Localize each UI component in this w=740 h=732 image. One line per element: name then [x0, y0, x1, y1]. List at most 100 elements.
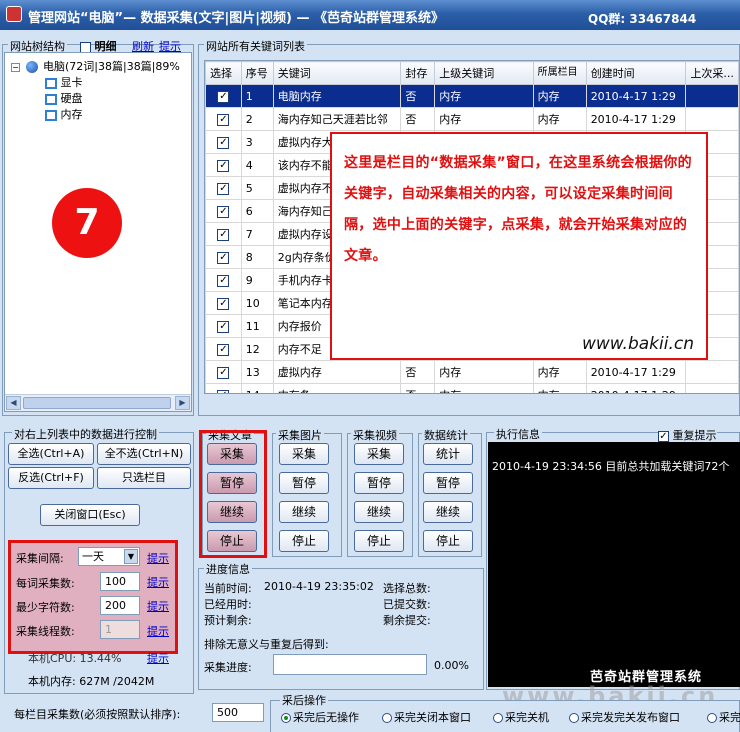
radio-icon[interactable]	[281, 713, 291, 723]
scroll-left-icon[interactable]: ◀	[6, 396, 21, 410]
radio-icon[interactable]	[493, 713, 503, 723]
image-resume-button[interactable]: 继续	[279, 501, 329, 523]
threads-input[interactable]: 1	[100, 620, 140, 639]
video-collect-button[interactable]: 采集	[354, 443, 404, 465]
window-title: 管理网站“电脑”— 数据采集(文字|图片|视频) — 《芭奇站群管理系统》	[28, 11, 445, 26]
table-row[interactable]: ✓14内存条否内存内存2010-4-17 1:29	[205, 383, 739, 393]
tree-root[interactable]: − 电脑(72词|38篇|38篇|89%	[11, 58, 180, 74]
col-parent[interactable]: 上级关键词	[434, 61, 534, 85]
row-checkbox[interactable]: ✓	[217, 91, 230, 103]
min-chars-input[interactable]: 200	[100, 596, 140, 615]
stats-collect-button[interactable]: 统计	[423, 443, 473, 465]
cell-column: 内存	[532, 360, 587, 384]
node-icon	[45, 77, 57, 89]
row-checkbox[interactable]: ✓	[217, 390, 230, 393]
row-checkbox[interactable]: ✓	[217, 344, 230, 356]
after-action-title: 采后操作	[280, 692, 328, 708]
dropdown-arrow-icon[interactable]: ▼	[124, 549, 138, 564]
tree-node-label: 显卡	[60, 76, 83, 89]
cell-select: ✓	[205, 107, 242, 131]
interval-value: 一天	[82, 550, 104, 563]
cell-column: 内存	[532, 84, 587, 108]
tree-node-disk[interactable]: 硬盘	[45, 90, 83, 106]
row-checkbox[interactable]: ✓	[217, 160, 230, 172]
radio-icon[interactable]	[382, 713, 392, 723]
collapse-icon[interactable]: −	[11, 62, 20, 72]
image-collect-button[interactable]: 采集	[279, 443, 329, 465]
min-chars-hint-link[interactable]: 提示	[147, 598, 169, 614]
cpu-hint-link[interactable]: 提示	[147, 650, 169, 666]
cell-select: ✓	[205, 199, 242, 223]
tree-node-memory[interactable]: 内存	[45, 106, 83, 122]
submitted-label: 已提交数:	[383, 598, 431, 611]
col-num[interactable]: 序号	[240, 61, 274, 85]
row-checkbox[interactable]: ✓	[217, 252, 230, 264]
stats-resume-button[interactable]: 继续	[423, 501, 473, 523]
per-word-hint-link[interactable]: 提示	[147, 574, 169, 590]
tree-node-gpu[interactable]: 显卡	[45, 74, 83, 90]
repeat-toggle[interactable]: ✓ 重复提示	[658, 427, 717, 443]
radio-icon[interactable]	[707, 713, 717, 723]
only-column-button[interactable]: 只选栏目	[97, 467, 191, 489]
col-column[interactable]: 所属栏目	[532, 61, 587, 85]
after-option-label: 采完关机	[505, 711, 549, 724]
cell-num: 6	[240, 199, 274, 223]
video-pause-button[interactable]: 暂停	[354, 472, 404, 494]
tree-node-label: 内存	[60, 108, 83, 121]
after-option-3[interactable]: 采完关机	[493, 709, 549, 725]
cell-select: ✓	[205, 176, 242, 200]
col-keyword[interactable]: 关键词	[272, 61, 402, 85]
row-checkbox[interactable]: ✓	[217, 275, 230, 287]
row-checkbox[interactable]: ✓	[217, 206, 230, 218]
table-row[interactable]: ✓ 2 海内存知己天涯若比邻否内存 内存 2010-4-17 1:29	[205, 107, 739, 131]
threads-hint-link[interactable]: 提示	[147, 623, 169, 639]
col-select[interactable]: 选择	[205, 61, 242, 85]
row-checkbox[interactable]: ✓	[217, 321, 230, 333]
stats-stop-button[interactable]: 停止	[423, 530, 473, 552]
col-last[interactable]: 上次采...	[685, 61, 739, 85]
control-title: 对右上列表中的数据进行控制	[12, 426, 159, 442]
cell-select: ✓	[205, 360, 242, 384]
after-option-4[interactable]: 采完发完关发布窗口	[569, 709, 680, 725]
cell-sealed: 否	[400, 107, 436, 131]
tree-hscrollbar[interactable]: ◀ ▶	[5, 394, 191, 411]
select-all-button[interactable]: 全选(Ctrl+A)	[8, 443, 94, 465]
invert-selection-button[interactable]: 反选(Ctrl+F)	[8, 467, 94, 489]
image-pause-button[interactable]: 暂停	[279, 472, 329, 494]
table-row[interactable]: ✓ 1 电脑内存否内存 内存 2010-4-17 1:29	[205, 84, 739, 108]
row-checkbox[interactable]: ✓	[217, 183, 230, 195]
close-window-button[interactable]: 关闭窗口(Esc)	[40, 504, 140, 526]
interval-hint-link[interactable]: 提示	[147, 550, 169, 566]
row-checkbox[interactable]: ✓	[217, 114, 230, 126]
scroll-right-icon[interactable]: ▶	[175, 396, 190, 410]
col-sealed[interactable]: 封存	[400, 61, 436, 85]
video-resume-button[interactable]: 继续	[354, 501, 404, 523]
repeat-label: 重复提示	[672, 429, 717, 442]
cell-select: ✓	[205, 84, 242, 108]
col-created[interactable]: 创建时间	[585, 61, 687, 85]
stats-pause-button[interactable]: 暂停	[423, 472, 473, 494]
cell-keyword: 虚拟内存	[272, 360, 402, 384]
repeat-checkbox[interactable]: ✓	[658, 430, 669, 442]
video-stop-button[interactable]: 停止	[354, 530, 404, 552]
interval-select[interactable]: 一天 ▼	[78, 547, 140, 566]
image-stop-button[interactable]: 停止	[279, 530, 329, 552]
cell-keyword: 电脑内存	[272, 84, 402, 108]
row-checkbox[interactable]: ✓	[217, 367, 230, 379]
scroll-thumb[interactable]	[23, 397, 171, 409]
min-chars-label: 最少字符数:	[16, 601, 75, 614]
detail-checkbox[interactable]	[80, 41, 91, 53]
per-column-input[interactable]: 500	[212, 703, 264, 722]
radio-icon[interactable]	[569, 713, 579, 723]
row-checkbox[interactable]: ✓	[217, 229, 230, 241]
row-checkbox[interactable]: ✓	[217, 137, 230, 149]
per-word-input[interactable]: 100	[100, 572, 140, 591]
select-none-button[interactable]: 全不选(Ctrl+N)	[97, 443, 191, 465]
row-checkbox[interactable]: ✓	[217, 298, 230, 310]
globe-icon	[25, 61, 38, 73]
table-row[interactable]: ✓ 13 虚拟内存否内存 内存 2010-4-17 1:29	[205, 360, 739, 384]
after-option-5[interactable]: 采完...	[707, 709, 740, 725]
after-option-1[interactable]: 采完后无操作	[281, 709, 359, 725]
node-icon	[45, 93, 57, 105]
after-option-2[interactable]: 采完关闭本窗口	[382, 709, 471, 725]
